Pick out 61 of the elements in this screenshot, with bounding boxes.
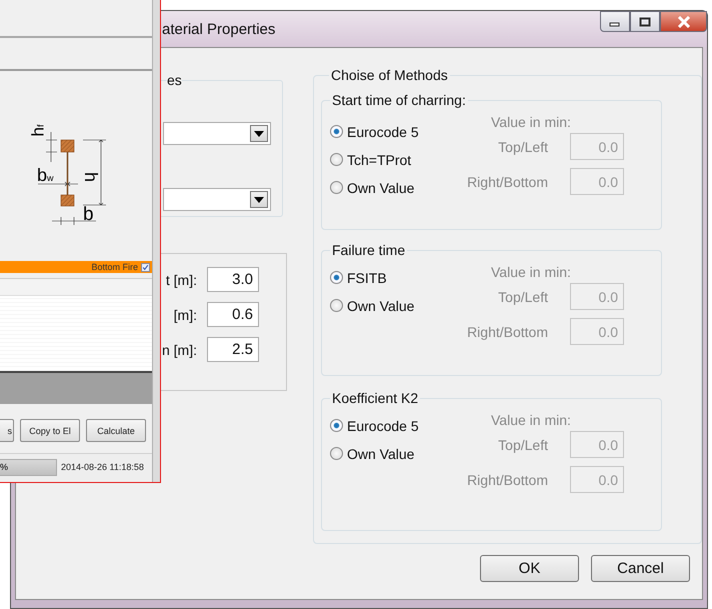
dropdown[interactable] bbox=[163, 122, 271, 145]
progress-text: % bbox=[0, 462, 8, 472]
radio-button[interactable] bbox=[330, 153, 343, 166]
cancel-button[interactable]: Cancel bbox=[591, 555, 690, 582]
radio-button[interactable] bbox=[330, 447, 343, 460]
input-field[interactable]: 0.6 bbox=[207, 302, 259, 327]
beam-section-drawing bbox=[60, 140, 74, 206]
radio-option[interactable]: Eurocode 5 bbox=[330, 122, 465, 141]
radio-option[interactable]: Tch=TProt bbox=[330, 150, 465, 169]
radio-option[interactable]: FSITB bbox=[330, 268, 465, 287]
radio-option[interactable]: Own Value bbox=[330, 444, 465, 463]
close-icon bbox=[676, 16, 690, 28]
radio-label: Own Value bbox=[347, 180, 414, 196]
field-label: [m]: bbox=[174, 306, 197, 322]
action-button[interactable]: Calculate bbox=[86, 419, 146, 442]
radio-label: Tch=TProt bbox=[347, 152, 412, 168]
radio-label: Own Value bbox=[347, 446, 414, 462]
radio-button[interactable] bbox=[330, 271, 343, 284]
field-label: Top/Left bbox=[497, 288, 548, 304]
maximize-button[interactable] bbox=[630, 11, 660, 32]
value-heading: Value in min: bbox=[491, 264, 571, 280]
group-title: Koefficient K2 bbox=[331, 390, 420, 406]
dimension-label: h bbox=[82, 172, 100, 182]
radio-button[interactable] bbox=[330, 125, 343, 138]
input-field[interactable]: 3.0 bbox=[207, 267, 259, 292]
ok-button[interactable]: OK bbox=[480, 555, 579, 582]
field-label: Right/Bottom bbox=[466, 174, 548, 190]
input-field[interactable]: 2.5 bbox=[207, 337, 259, 362]
timestamp: 2014-08-26 11:18:58 bbox=[61, 462, 144, 472]
radio-label: Eurocode 5 bbox=[347, 418, 419, 434]
checkbox-label: Bottom Fire bbox=[91, 262, 138, 272]
radio-button[interactable] bbox=[330, 299, 343, 312]
field-label: Top/Left bbox=[497, 436, 548, 452]
group-title: Failure time bbox=[331, 242, 406, 258]
group-title: Choise of Methods bbox=[330, 67, 449, 83]
field-label: Right/Bottom bbox=[466, 472, 548, 488]
radio-label: Eurocode 5 bbox=[347, 124, 419, 140]
window-title: aterial Properties bbox=[161, 20, 276, 38]
minimize-button[interactable] bbox=[600, 11, 630, 32]
dimension-label: b bbox=[83, 205, 94, 224]
group-title: Start time of charring: bbox=[331, 92, 467, 108]
radio-option[interactable]: Own Value bbox=[330, 178, 465, 197]
field-label: t [m]: bbox=[166, 272, 197, 288]
action-button[interactable]: s bbox=[0, 419, 14, 442]
field-label: n [m]: bbox=[162, 342, 197, 358]
close-button[interactable] bbox=[660, 11, 707, 32]
radio-button[interactable] bbox=[330, 181, 343, 194]
group-title: es bbox=[167, 72, 182, 88]
dropdown[interactable] bbox=[163, 188, 271, 211]
value-heading: Value in min: bbox=[491, 114, 571, 130]
radio-option[interactable]: Own Value bbox=[330, 296, 465, 315]
checkbox[interactable] bbox=[141, 262, 150, 272]
radio-button[interactable] bbox=[330, 419, 343, 432]
value-heading: Value in min: bbox=[491, 412, 571, 428]
radio-label: Own Value bbox=[347, 298, 414, 314]
field-label: Right/Bottom bbox=[466, 324, 548, 340]
radio-label: FSITB bbox=[347, 270, 387, 286]
radio-option[interactable]: Eurocode 5 bbox=[330, 416, 465, 435]
action-button[interactable]: Copy to El bbox=[20, 419, 80, 442]
field-label: Top/Left bbox=[497, 138, 548, 154]
maximize-icon bbox=[639, 16, 651, 26]
